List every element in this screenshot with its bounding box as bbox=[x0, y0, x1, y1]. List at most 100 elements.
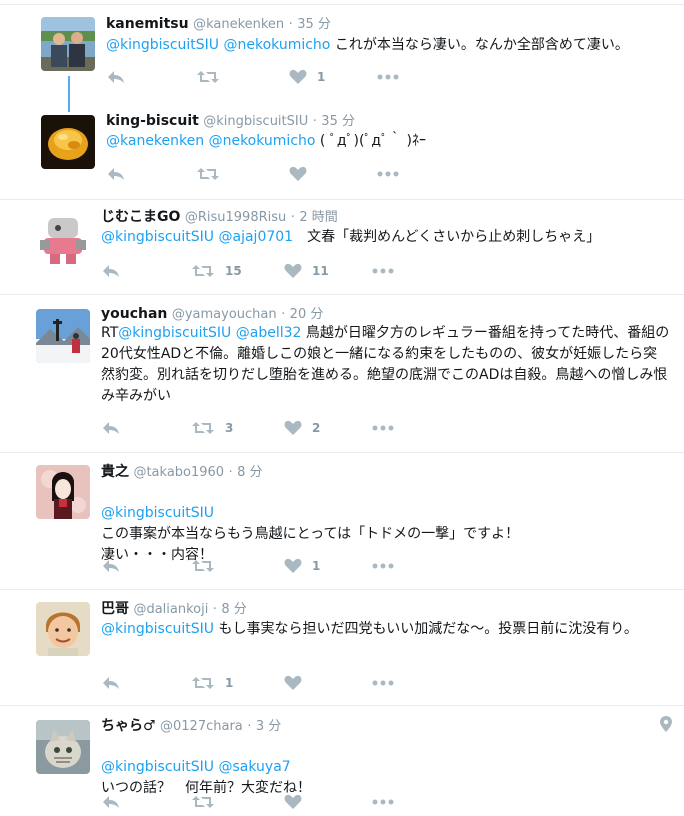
like-button[interactable]: 1 bbox=[284, 556, 320, 576]
mention-link[interactable]: @kingbiscuitSIU bbox=[101, 229, 214, 245]
timestamp[interactable]: 2 時間 bbox=[299, 210, 337, 225]
more-icon bbox=[377, 171, 399, 177]
display-name[interactable]: king-biscuit bbox=[106, 113, 199, 129]
display-name[interactable]: youchan bbox=[101, 306, 167, 322]
reply-button[interactable] bbox=[101, 556, 121, 576]
heart-icon bbox=[284, 794, 302, 809]
user-handle[interactable]: @0127chara bbox=[160, 719, 243, 734]
reply-button[interactable] bbox=[106, 67, 126, 87]
mention-link[interactable]: @kingbiscuitSIU bbox=[106, 37, 219, 53]
tweet[interactable]: 貴之 @takabo1960 · 8 分 @kingbiscuitSIU この事… bbox=[0, 453, 684, 590]
more-button[interactable] bbox=[372, 418, 394, 438]
separator-dot: · bbox=[312, 114, 317, 129]
tweet[interactable]: king-biscuit @kingbiscuitSIU · 35 分 @kan… bbox=[0, 100, 684, 200]
reply-button[interactable] bbox=[101, 673, 121, 693]
display-name[interactable]: ちゃら♂ bbox=[101, 718, 156, 734]
reply-button[interactable] bbox=[101, 792, 121, 812]
timestamp[interactable]: 35 分 bbox=[321, 114, 355, 129]
mention-link[interactable]: @abell32 bbox=[236, 325, 302, 341]
timestamp[interactable]: 8 分 bbox=[221, 602, 246, 617]
like-button[interactable] bbox=[284, 792, 302, 812]
tweet[interactable]: 巴哥 @daliankoji · 8 分 @kingbiscuitSIU もし事… bbox=[0, 590, 684, 706]
mention-link[interactable]: @kingbiscuitSIU bbox=[118, 325, 231, 341]
mention-link[interactable]: @nekokumicho bbox=[224, 37, 331, 53]
retweet-button[interactable] bbox=[191, 556, 215, 576]
tweet[interactable]: ちゃら♂ @0127chara · 3 分 @kingbiscuitSIU @s… bbox=[0, 706, 684, 816]
more-button[interactable] bbox=[372, 792, 394, 812]
like-count: 1 bbox=[317, 70, 326, 84]
heart-icon bbox=[284, 263, 302, 278]
display-name[interactable]: 巴哥 bbox=[101, 601, 129, 617]
separator-dot: · bbox=[212, 602, 217, 617]
retweet-button[interactable]: 15 bbox=[191, 261, 242, 281]
mention-link[interactable]: @sakuya7 bbox=[219, 759, 291, 775]
tweet-header: kanemitsu @kanekenken · 35 分 bbox=[106, 15, 331, 34]
tweet-header: youchan @yamayouchan · 20 分 bbox=[101, 305, 323, 324]
text-segment: これが本当なら凄い。なんか全部含めて凄い。 bbox=[330, 37, 629, 53]
tweet-text: @kingbiscuitSIU この事案が本当ならもう鳥越にとっては「トドメの一… bbox=[101, 482, 671, 566]
user-handle[interactable]: @takabo1960 bbox=[133, 465, 224, 480]
heart-icon bbox=[284, 558, 302, 573]
more-button[interactable] bbox=[372, 556, 394, 576]
like-button[interactable]: 1 bbox=[289, 67, 325, 87]
retweet-button[interactable] bbox=[191, 792, 215, 812]
tweet-header: king-biscuit @kingbiscuitSIU · 35 分 bbox=[106, 112, 355, 131]
avatar[interactable] bbox=[41, 115, 95, 169]
display-name[interactable]: 貴之 bbox=[101, 464, 129, 480]
like-count: 2 bbox=[312, 421, 321, 435]
more-icon bbox=[372, 563, 394, 569]
reply-icon bbox=[103, 422, 119, 434]
like-button[interactable]: 11 bbox=[284, 261, 329, 281]
avatar[interactable] bbox=[36, 602, 90, 656]
tweet-header: 巴哥 @daliankoji · 8 分 bbox=[101, 600, 247, 619]
user-handle[interactable]: @kanekenken bbox=[193, 17, 284, 32]
like-button[interactable]: 2 bbox=[284, 418, 320, 438]
mention-link[interactable]: @ajaj0701 bbox=[219, 229, 294, 245]
avatar[interactable] bbox=[36, 309, 90, 363]
tweet-text: @kingbiscuitSIU @ajaj0701 文春「裁判めんどくさいから止… bbox=[101, 227, 666, 248]
avatar[interactable] bbox=[36, 212, 90, 266]
reply-icon bbox=[103, 265, 119, 277]
more-button[interactable] bbox=[377, 164, 399, 184]
avatar[interactable] bbox=[36, 720, 90, 774]
like-button[interactable] bbox=[289, 164, 307, 184]
retweet-button[interactable] bbox=[196, 164, 220, 184]
like-button[interactable] bbox=[284, 673, 302, 693]
more-button[interactable] bbox=[377, 67, 399, 87]
more-button[interactable] bbox=[372, 673, 394, 693]
retweet-icon bbox=[197, 168, 219, 180]
separator-dot: · bbox=[228, 465, 233, 480]
tweet[interactable]: youchan @yamayouchan · 20 分 RT@kingbiscu… bbox=[0, 295, 684, 453]
display-name[interactable]: kanemitsu bbox=[106, 16, 189, 32]
timestamp[interactable]: 35 分 bbox=[297, 17, 331, 32]
retweet-button[interactable]: 1 bbox=[191, 673, 233, 693]
mention-link[interactable]: @nekokumicho bbox=[209, 133, 316, 149]
avatar[interactable] bbox=[41, 17, 95, 71]
user-handle[interactable]: @daliankoji bbox=[133, 602, 208, 617]
timestamp[interactable]: 8 分 bbox=[237, 465, 262, 480]
tweet-text: RT@kingbiscuitSIU @abell32 鳥越が日曜夕方のレギュラー… bbox=[101, 323, 671, 407]
reply-button[interactable] bbox=[101, 418, 121, 438]
mention-link[interactable]: @kingbiscuitSIU bbox=[101, 759, 214, 775]
timestamp[interactable]: 20 分 bbox=[290, 307, 324, 322]
mention-link[interactable]: @kanekenken bbox=[106, 133, 204, 149]
reply-button[interactable] bbox=[101, 261, 121, 281]
user-handle[interactable]: @Risu1998Risu bbox=[185, 210, 286, 225]
retweet-icon bbox=[197, 71, 219, 83]
avatar[interactable] bbox=[36, 465, 90, 519]
tweet[interactable]: じむこまGO @Risu1998Risu · 2 時間 @kingbiscuit… bbox=[0, 200, 684, 295]
mention-link[interactable]: @kingbiscuitSIU bbox=[101, 621, 214, 637]
user-handle[interactable]: @yamayouchan bbox=[172, 307, 277, 322]
more-icon bbox=[372, 425, 394, 431]
reply-icon bbox=[108, 168, 124, 180]
more-button[interactable] bbox=[372, 261, 394, 281]
user-handle[interactable]: @kingbiscuitSIU bbox=[203, 114, 308, 129]
retweet-button[interactable]: 3 bbox=[191, 418, 233, 438]
timestamp[interactable]: 3 分 bbox=[256, 719, 281, 734]
retweet-button[interactable] bbox=[196, 67, 220, 87]
heart-icon bbox=[289, 69, 307, 84]
reply-button[interactable] bbox=[106, 164, 126, 184]
display-name[interactable]: じむこまGO bbox=[101, 209, 180, 225]
retweet-icon bbox=[192, 677, 214, 689]
mention-link[interactable]: @kingbiscuitSIU bbox=[101, 505, 214, 521]
